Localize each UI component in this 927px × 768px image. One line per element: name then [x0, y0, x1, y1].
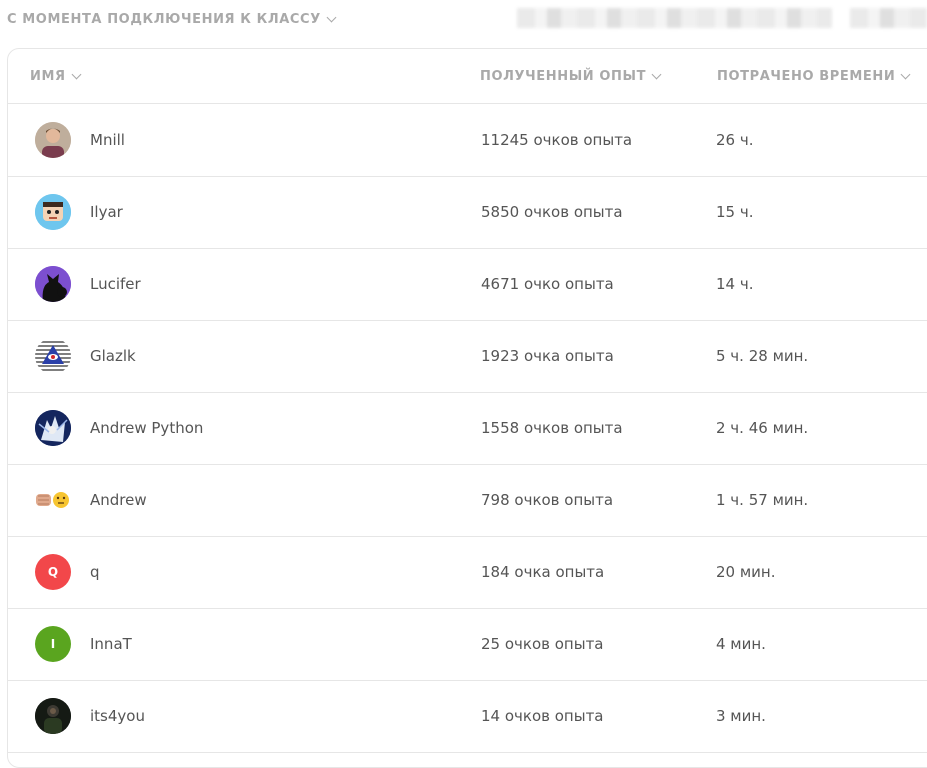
table-row[interactable]: its4you 14 очков опыта 3 мин. — [8, 680, 927, 753]
column-label: ПОЛУЧЕННЫЙ ОПЫТ — [480, 69, 647, 84]
student-name[interactable]: Ilyar — [90, 203, 123, 221]
column-label: ИМЯ — [30, 69, 66, 84]
avatar: Q — [35, 554, 71, 590]
xp-value: 25 очков опыта — [481, 635, 604, 653]
time-spent: 1 ч. 57 мин. — [716, 491, 809, 509]
student-name[interactable]: Andrew — [90, 491, 147, 509]
xp-value: 5850 очков опыта — [481, 203, 623, 221]
xp-value: 1923 очка опыта — [481, 347, 614, 365]
chevron-down-icon — [900, 69, 911, 80]
xp-value: 798 очков опыта — [481, 491, 614, 509]
table-row[interactable]: I InnaT 25 очков опыта 4 мин. — [8, 608, 927, 681]
students-table: ИМЯ ПОЛУЧЕННЫЙ ОПЫТ ПОТРАЧЕНО ВРЕМЕНИ Mn… — [7, 48, 927, 768]
time-range-filter-label: С МОМЕНТА ПОДКЛЮЧЕНИЯ К КЛАССУ — [7, 12, 321, 27]
avatar: I — [35, 626, 71, 662]
xp-value: 4671 очко опыта — [481, 275, 614, 293]
time-spent: 15 ч. — [716, 203, 754, 221]
student-name[interactable]: Glazlk — [90, 347, 136, 365]
time-spent: 20 мин. — [716, 563, 776, 581]
sort-by-xp-header[interactable]: ПОЛУЧЕННЫЙ ОПЫТ — [480, 69, 662, 84]
avatar — [35, 698, 71, 734]
avatar — [35, 482, 71, 518]
xp-value: 184 очка опыта — [481, 563, 605, 581]
avatar — [35, 266, 71, 302]
table-row[interactable]: Andrew 798 очков опыта 1 ч. 57 мин. — [8, 464, 927, 537]
student-name[interactable]: its4you — [90, 707, 145, 725]
avatar — [35, 410, 71, 446]
xp-value: 14 очков опыта — [481, 707, 604, 725]
chevron-down-icon — [651, 69, 662, 80]
time-spent: 5 ч. 28 мин. — [716, 347, 809, 365]
blurred-content — [517, 8, 832, 28]
sort-by-time-header[interactable]: ПОТРАЧЕНО ВРЕМЕНИ — [717, 69, 911, 84]
table-row[interactable]: Q q 184 очка опыта 20 мин. — [8, 536, 927, 609]
chevron-down-icon — [71, 69, 82, 80]
xp-value: 1558 очков опыта — [481, 419, 623, 437]
column-label: ПОТРАЧЕНО ВРЕМЕНИ — [717, 69, 896, 84]
chevron-down-icon — [326, 12, 337, 23]
time-range-filter[interactable]: С МОМЕНТА ПОДКЛЮЧЕНИЯ К КЛАССУ — [7, 12, 337, 27]
avatar — [35, 122, 71, 158]
table-row[interactable]: Lucifer 4671 очко опыта 14 ч. — [8, 248, 927, 321]
table-row[interactable]: Mnill 11245 очков опыта 26 ч. — [8, 104, 927, 177]
top-bar: С МОМЕНТА ПОДКЛЮЧЕНИЯ К КЛАССУ — [0, 0, 927, 44]
time-spent: 26 ч. — [716, 131, 754, 149]
table-header: ИМЯ ПОЛУЧЕННЫЙ ОПЫТ ПОТРАЧЕНО ВРЕМЕНИ — [8, 49, 927, 104]
student-name[interactable]: Mnill — [90, 131, 125, 149]
avatar-letter: I — [50, 637, 56, 651]
time-spent: 3 мин. — [716, 707, 766, 725]
sort-by-name-header[interactable]: ИМЯ — [30, 69, 82, 84]
time-spent: 14 ч. — [716, 275, 754, 293]
table-row[interactable]: Andrew Python 1558 очков опыта 2 ч. 46 м… — [8, 392, 927, 465]
student-name[interactable]: Andrew Python — [90, 419, 203, 437]
time-spent: 4 мин. — [716, 635, 766, 653]
table-row[interactable]: Ilyar 5850 очков опыта 15 ч. — [8, 176, 927, 249]
student-name[interactable]: Lucifer — [90, 275, 141, 293]
student-name[interactable]: q — [90, 563, 100, 581]
time-spent: 2 ч. 46 мин. — [716, 419, 809, 437]
avatar — [35, 338, 71, 374]
avatar-letter: Q — [47, 565, 59, 579]
avatar — [35, 194, 71, 230]
student-name[interactable]: InnaT — [90, 635, 132, 653]
xp-value: 11245 очков опыта — [481, 131, 633, 149]
blurred-content — [850, 8, 927, 28]
table-row[interactable]: Glazlk 1923 очка опыта 5 ч. 28 мин. — [8, 320, 927, 393]
